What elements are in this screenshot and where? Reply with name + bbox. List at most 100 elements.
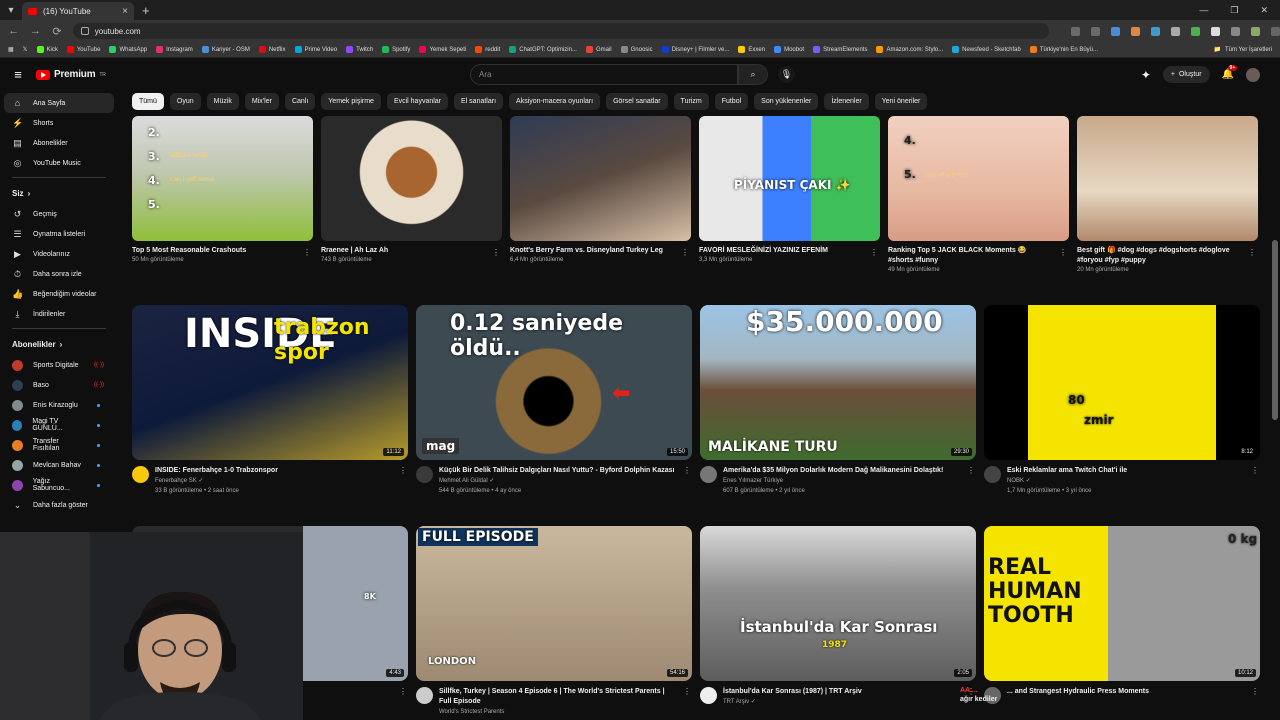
- chip-0[interactable]: Tümü: [132, 93, 164, 110]
- more-actions-icon[interactable]: ⋮: [1250, 466, 1260, 496]
- sidebar-you-item-2[interactable]: ▶ Videolarınız: [0, 244, 118, 264]
- chip-9[interactable]: Görsel sanatlar: [606, 93, 668, 110]
- sidebar-you-item-0[interactable]: ↺ Geçmiş: [0, 204, 118, 224]
- bookmark-item[interactable]: Türkiye'nin En Büyü...: [1029, 46, 1098, 53]
- all-bookmarks[interactable]: 📁 Tüm Yer İşaretleri: [1213, 46, 1280, 54]
- apps-grid-icon[interactable]: ▦: [8, 46, 14, 53]
- video-thumbnail[interactable]: FULL EPISODE LONDON 54:16: [416, 526, 692, 681]
- video-thumbnail[interactable]: İstanbul'da Kar Sonrası 1987 2:05: [700, 526, 976, 681]
- bookmark-item[interactable]: Exxen: [738, 46, 765, 53]
- channel-name[interactable]: Enes Yılmazer Türkiye: [723, 476, 960, 486]
- short-title[interactable]: Rraenee | Ah Laz Ah: [321, 246, 486, 256]
- short-card[interactable]: Rraenee | Ah Laz Ah 743 B görüntüleme ⋮: [321, 116, 502, 263]
- video-card[interactable]: REAL HUMAN TOOTH 0 kg 10:12 ... and Strange…: [984, 526, 1260, 704]
- notifications-bell-icon[interactable]: 🔔 9+: [1222, 65, 1238, 80]
- video-title[interactable]: Küçük Bir Delik Talihsiz Dalgıçları Nası…: [439, 466, 676, 476]
- extension-icon[interactable]: [1191, 26, 1200, 36]
- sidebar-subscription-4[interactable]: Transfer Fısıltıları: [0, 435, 118, 455]
- channel-avatar[interactable]: [416, 687, 433, 704]
- channel-avatar[interactable]: [984, 466, 1001, 483]
- short-card[interactable]: Knott's Berry Farm vs. Disneyland Turkey…: [510, 116, 691, 263]
- video-thumbnail[interactable]: 80 zmir 8:12: [984, 305, 1260, 460]
- short-thumbnail[interactable]: 2. 3. 4. 5. lettuce wrap can i get some: [132, 116, 313, 241]
- bookmark-item[interactable]: Kariyer - OSM: [201, 46, 250, 53]
- short-card[interactable]: PİYANIST ÇAKI ✨ FAVORİ MESLEĞİNİZİ YAZINI…: [699, 116, 880, 263]
- chip-7[interactable]: El sanatları: [454, 93, 504, 110]
- extension-icon[interactable]: [1131, 26, 1140, 36]
- bookmark-item[interactable]: Instagram: [156, 46, 193, 53]
- channel-avatar[interactable]: [132, 466, 149, 483]
- more-actions-icon[interactable]: ⋮: [1059, 248, 1067, 257]
- sidebar-you-item-3[interactable]: ⏱ Daha sonra izle: [0, 264, 118, 284]
- bookmark-star-icon[interactable]: [1091, 26, 1100, 36]
- upload-icon[interactable]: ✦: [1141, 68, 1151, 82]
- sidebar-subscription-6[interactable]: Yağız Sabuncuo...: [0, 475, 118, 495]
- channel-name[interactable]: Mehmet Ali Güldal ✓: [439, 476, 676, 486]
- video-title[interactable]: İstanbul'da Kar Sonrası (1987) | TRT Arş…: [723, 687, 960, 697]
- bookmark-item[interactable]: Prime Video: [294, 46, 337, 53]
- chip-8[interactable]: Aksiyon-macera oyunları: [509, 93, 601, 110]
- sidebar-item-1[interactable]: ⚡ Shorts: [0, 113, 118, 133]
- sidebar-show-more[interactable]: ⌄ Daha fazla göster: [0, 495, 118, 515]
- channel-avatar[interactable]: [700, 466, 717, 483]
- channel-avatar[interactable]: [700, 687, 717, 704]
- bookmark-item[interactable]: Disney+ | Filmler ve...: [661, 46, 729, 53]
- create-button[interactable]: + Oluştur: [1162, 66, 1210, 83]
- tab-close-icon[interactable]: ×: [122, 6, 128, 17]
- short-title[interactable]: Knott's Berry Farm vs. Disneyland Turkey…: [510, 246, 675, 256]
- sidebar-item-2[interactable]: ▤ Abonelikler: [0, 133, 118, 153]
- bookmark-item[interactable]: Gnoosic: [620, 46, 653, 53]
- sidebar-subscription-2[interactable]: Enis Kirazoglu: [0, 395, 118, 415]
- chip-6[interactable]: Evcil hayvanlar: [386, 93, 449, 110]
- page-scrollbar[interactable]: [1270, 60, 1280, 720]
- extension-icon[interactable]: [1151, 26, 1160, 36]
- short-thumbnail[interactable]: [321, 116, 502, 241]
- bookmark-item[interactable]: Netflix: [258, 46, 286, 53]
- short-card[interactable]: 2. 3. 4. 5. lettuce wrap can i get some Top 5 …: [132, 116, 313, 263]
- channel-name[interactable]: World's Strictest Parents: [439, 707, 676, 717]
- chip-1[interactable]: Oyun: [169, 93, 201, 110]
- video-card[interactable]: $35.000.000 MALİKANE TURU 29:30 Amerika'da …: [700, 305, 976, 496]
- video-thumbnail[interactable]: REAL HUMAN TOOTH 0 kg 10:12: [984, 526, 1260, 681]
- bookmark-item[interactable]: Yemek Sepeti: [419, 46, 466, 53]
- reload-icon[interactable]: ⟳: [51, 25, 63, 38]
- extension-icon[interactable]: [1211, 26, 1220, 36]
- short-thumbnail[interactable]: PİYANIST ÇAKI ✨: [699, 116, 880, 241]
- bookmark-item[interactable]: Newsfeed - Sketchfab: [952, 46, 1021, 53]
- chip-11[interactable]: Futbol: [714, 93, 749, 110]
- chip-3[interactable]: Mix'ler: [244, 93, 279, 110]
- sidebar-item-3[interactable]: ◎ YouTube Music: [0, 153, 118, 173]
- tab-search-icon[interactable]: ▾: [0, 5, 22, 16]
- bookmark-item[interactable]: Twitch: [346, 46, 373, 53]
- forward-icon[interactable]: →: [30, 25, 42, 37]
- bookmark-item[interactable]: Amazon.com: Stylo...: [876, 46, 943, 53]
- extensions-puzzle-icon[interactable]: [1231, 26, 1240, 36]
- sidebar-subscriptions-header[interactable]: Abonelikler ›: [0, 333, 118, 355]
- video-title[interactable]: Sillfke, Turkey | Season 4 Episode 6 | T…: [439, 687, 676, 707]
- bookmark-item[interactable]: Moobot: [774, 46, 804, 53]
- short-thumbnail[interactable]: [510, 116, 691, 241]
- short-card[interactable]: Best gift 🎁 #dog #dogs #dogshorts #doglo…: [1077, 116, 1258, 273]
- more-actions-icon[interactable]: ⋮: [303, 248, 311, 257]
- chip-13[interactable]: İzlenenler: [824, 93, 869, 110]
- x-icon[interactable]: 𝕏: [23, 46, 28, 53]
- more-actions-icon[interactable]: ⋮: [492, 248, 500, 257]
- bookmark-item[interactable]: WhatsApp: [109, 46, 147, 53]
- video-title[interactable]: Amerika'da $35 Milyon Dolarlık Modern Da…: [723, 466, 960, 476]
- guide-menu-icon[interactable]: ≡: [0, 67, 36, 82]
- search-button[interactable]: ⌕: [738, 64, 768, 85]
- back-icon[interactable]: ←: [8, 25, 20, 37]
- search-input[interactable]: Ara: [470, 64, 738, 85]
- bookmark-item[interactable]: ChatGPT: Optimizin...: [509, 46, 577, 53]
- sidebar-subscription-3[interactable]: Magi TV GÜNLÜ...: [0, 415, 118, 435]
- video-thumbnail[interactable]: 0.12 saniyede öldü.. mag ⬅ 15:50: [416, 305, 692, 460]
- maximize-icon[interactable]: ❐: [1230, 5, 1238, 16]
- short-thumbnail[interactable]: [1077, 116, 1258, 241]
- chip-5[interactable]: Yemek pişirme: [321, 93, 381, 110]
- video-title[interactable]: INSIDE: Fenerbahçe 1-0 Trabzonspor: [155, 466, 392, 476]
- channel-name[interactable]: NOBK ✓: [1007, 476, 1244, 486]
- video-card[interactable]: INSIDE trabzon spor 11:12 INSIDE: Fenerbahç…: [132, 305, 408, 496]
- more-actions-icon[interactable]: ⋮: [398, 466, 408, 496]
- chip-2[interactable]: Müzik: [206, 93, 239, 110]
- channel-name[interactable]: TRT Arşiv ✓: [723, 697, 960, 707]
